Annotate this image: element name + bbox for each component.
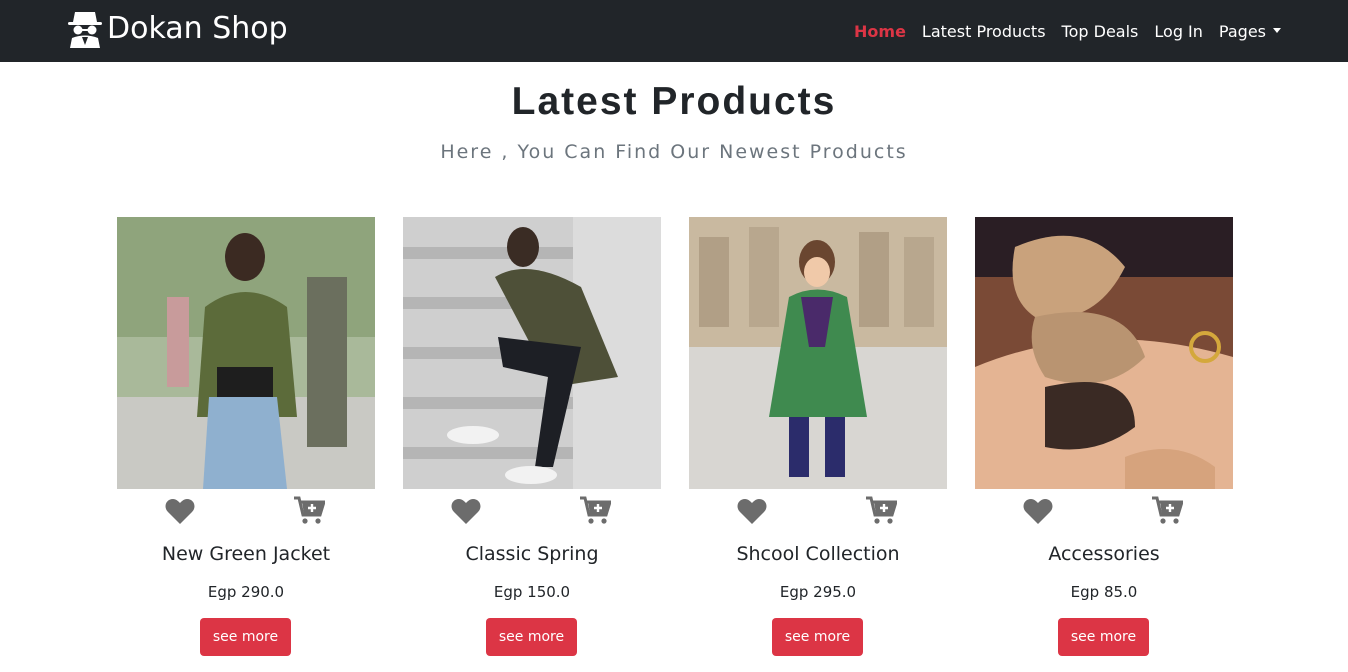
main-nav: Home Latest Products Top Deals Log In Pa… — [838, 0, 1281, 62]
see-more-button[interactable]: see more — [486, 618, 577, 656]
section-subtitle: Here , You Can Find Our Newest Products — [440, 141, 908, 163]
nav-home[interactable]: Home — [854, 22, 906, 41]
product-name: Accessories — [1048, 543, 1160, 565]
cart-plus-icon[interactable] — [865, 495, 897, 525]
product-actions — [117, 489, 375, 533]
product-image[interactable] — [117, 217, 375, 489]
see-more-button[interactable]: see more — [200, 618, 291, 656]
product-actions — [403, 489, 661, 533]
caret-down-icon — [1273, 27, 1281, 33]
see-more-button[interactable]: see more — [1058, 618, 1149, 656]
product-image[interactable] — [689, 217, 947, 489]
cart-plus-icon[interactable] — [293, 495, 325, 525]
product-price: Egp 150.0 — [493, 583, 571, 601]
product-card: Shcool Collection Egp 295.0 see more — [689, 217, 947, 667]
product-name: New Green Jacket — [161, 543, 331, 565]
cart-plus-icon[interactable] — [579, 495, 611, 525]
brand-name: Dokan Shop — [107, 10, 288, 46]
heart-icon[interactable] — [1023, 497, 1053, 525]
see-more-button[interactable]: see more — [772, 618, 863, 656]
heart-icon[interactable] — [451, 497, 481, 525]
product-name: Shcool Collection — [736, 543, 900, 565]
heart-icon[interactable] — [737, 497, 767, 525]
product-price: Egp 290.0 — [207, 583, 285, 601]
product-actions — [975, 489, 1233, 533]
product-card: Accessories Egp 85.0 see more — [975, 217, 1233, 667]
heart-icon[interactable] — [165, 497, 195, 525]
brand[interactable]: Dokan Shop — [66, 8, 288, 48]
product-card: Classic Spring Egp 150.0 see more — [403, 217, 661, 667]
cart-plus-icon[interactable] — [1151, 495, 1183, 525]
product-image[interactable] — [403, 217, 661, 489]
nav-pages-label: Pages — [1218, 21, 1266, 41]
nav-log-in[interactable]: Log In — [1154, 22, 1203, 41]
section-title: Latest Products — [511, 80, 837, 123]
nav-top-deals[interactable]: Top Deals — [1062, 22, 1139, 41]
product-image[interactable] — [975, 217, 1233, 489]
top-navbar: Dokan Shop Home Latest Products Top Deal… — [0, 0, 1348, 62]
product-price: Egp 85.0 — [1070, 583, 1138, 601]
product-card: New Green Jacket Egp 290.0 see more — [117, 217, 375, 667]
nav-latest-products[interactable]: Latest Products — [922, 22, 1046, 41]
nav-pages-dropdown[interactable]: Pages — [1219, 22, 1281, 41]
incognito-spy-icon — [68, 12, 102, 48]
product-actions — [689, 489, 947, 533]
product-price: Egp 295.0 — [779, 583, 857, 601]
product-name: Classic Spring — [465, 543, 599, 565]
